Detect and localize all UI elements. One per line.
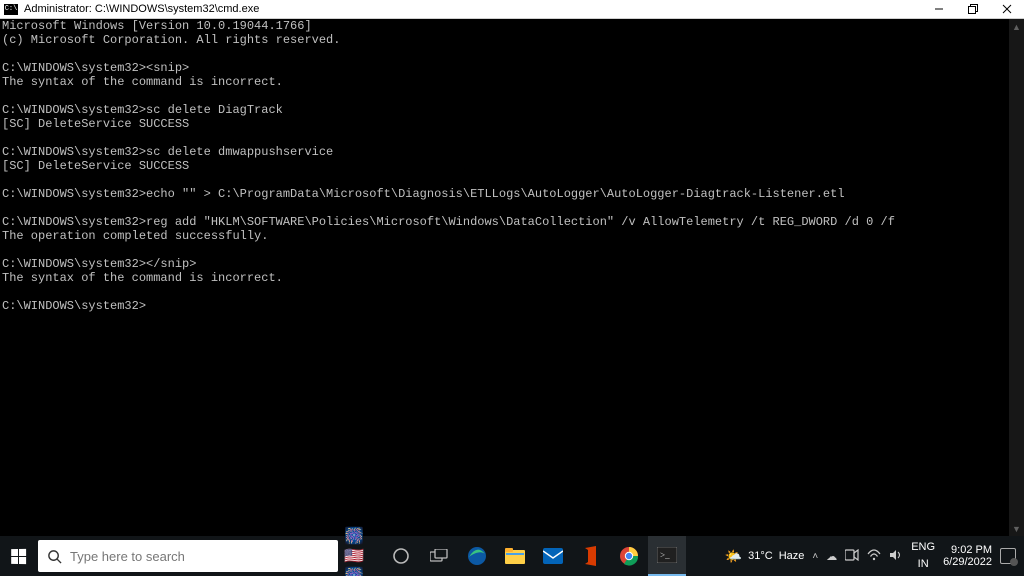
close-button[interactable]	[990, 0, 1024, 18]
titlebar-left: C:\ Administrator: C:\WINDOWS\system32\c…	[4, 3, 259, 15]
start-button[interactable]	[0, 536, 36, 576]
terminal-line	[2, 47, 1007, 61]
scrollbar[interactable]: ▲ ▼	[1009, 19, 1024, 536]
lang-secondary: IN	[918, 559, 929, 570]
news-widget-icon[interactable]: 🎆🇺🇸🎆	[344, 536, 382, 576]
terminal-area: Microsoft Windows [Version 10.0.19044.17…	[0, 19, 1024, 536]
terminal-line	[2, 285, 1007, 299]
terminal-line: [SC] DeleteService SUCCESS	[2, 159, 1007, 173]
windows-logo-icon	[11, 548, 26, 563]
terminal-line: The syntax of the command is incorrect.	[2, 75, 1007, 89]
svg-text:>_: >_	[660, 550, 670, 560]
task-view-icon[interactable]	[420, 536, 458, 576]
taskbar-pinned: 🎆🇺🇸🎆 >_	[344, 536, 686, 576]
clock-time: 9:02 PM	[951, 544, 992, 556]
weather-cond: Haze	[779, 550, 805, 562]
scroll-track[interactable]	[1009, 34, 1024, 521]
terminal-line: C:\WINDOWS\system32>echo "" > C:\Program…	[2, 187, 1007, 201]
terminal-line: C:\WINDOWS\system32>sc delete dmwappushs…	[2, 145, 1007, 159]
terminal-line: C:\WINDOWS\system32><snip>	[2, 61, 1007, 75]
window-title: Administrator: C:\WINDOWS\system32\cmd.e…	[24, 3, 259, 15]
onedrive-icon[interactable]: ☁	[826, 550, 837, 563]
terminal-line	[2, 173, 1007, 187]
edge-icon[interactable]	[458, 536, 496, 576]
weather-temp: 31°C	[748, 550, 773, 562]
tray-chevron-up-icon[interactable]: ˄	[812, 551, 818, 562]
terminal-line: The operation completed successfully.	[2, 229, 1007, 243]
terminal-line	[2, 243, 1007, 257]
maximize-button[interactable]	[956, 0, 990, 18]
mail-icon[interactable]	[534, 536, 572, 576]
action-center-icon[interactable]	[1000, 548, 1016, 564]
chrome-icon[interactable]	[610, 536, 648, 576]
cmd-icon: C:\	[4, 4, 18, 15]
meet-now-icon[interactable]	[845, 549, 859, 564]
terminal-line: The syntax of the command is incorrect.	[2, 271, 1007, 285]
cmd-taskbar-icon[interactable]: >_	[648, 536, 686, 576]
clock-date: 6/29/2022	[943, 556, 992, 568]
terminal-line	[2, 201, 1007, 215]
terminal-line: (c) Microsoft Corporation. All rights re…	[2, 33, 1007, 47]
network-icon[interactable]	[867, 549, 881, 564]
lang-primary: ENG	[911, 542, 935, 553]
language-indicator[interactable]: ENG IN	[911, 542, 935, 570]
office-icon[interactable]	[572, 536, 610, 576]
minimize-button[interactable]	[922, 0, 956, 18]
terminal-line	[2, 89, 1007, 103]
terminal-line: Microsoft Windows [Version 10.0.19044.17…	[2, 19, 1007, 33]
weather-icon: 🌤️	[725, 548, 742, 565]
file-explorer-icon[interactable]	[496, 536, 534, 576]
terminal-line	[2, 131, 1007, 145]
search-icon	[38, 549, 70, 564]
cortana-icon[interactable]	[382, 536, 420, 576]
terminal-line: C:\WINDOWS\system32>reg add "HKLM\SOFTWA…	[2, 215, 1007, 229]
taskbar: Type here to search 🎆🇺🇸🎆	[0, 536, 1024, 576]
titlebar: C:\ Administrator: C:\WINDOWS\system32\c…	[0, 0, 1024, 19]
search-placeholder: Type here to search	[70, 549, 185, 564]
terminal-output[interactable]: Microsoft Windows [Version 10.0.19044.17…	[0, 19, 1009, 536]
terminal-line: C:\WINDOWS\system32>	[2, 299, 1007, 313]
terminal-line: [SC] DeleteService SUCCESS	[2, 117, 1007, 131]
volume-icon[interactable]	[889, 549, 903, 564]
clock[interactable]: 9:02 PM 6/29/2022	[943, 544, 992, 568]
taskbar-search[interactable]: Type here to search	[38, 540, 338, 572]
app-window: C:\ Administrator: C:\WINDOWS\system32\c…	[0, 0, 1024, 576]
scroll-down-icon[interactable]: ▼	[1009, 521, 1024, 536]
system-tray: 🌤️ 31°C Haze ˄ ☁ ENG IN 9:02 PM 6/29/202…	[725, 542, 1024, 570]
window-controls	[922, 0, 1024, 18]
weather-widget[interactable]: 🌤️ 31°C Haze	[725, 548, 805, 565]
terminal-line: C:\WINDOWS\system32></snip>	[2, 257, 1007, 271]
scroll-up-icon[interactable]: ▲	[1009, 19, 1024, 34]
terminal-line: C:\WINDOWS\system32>sc delete DiagTrack	[2, 103, 1007, 117]
